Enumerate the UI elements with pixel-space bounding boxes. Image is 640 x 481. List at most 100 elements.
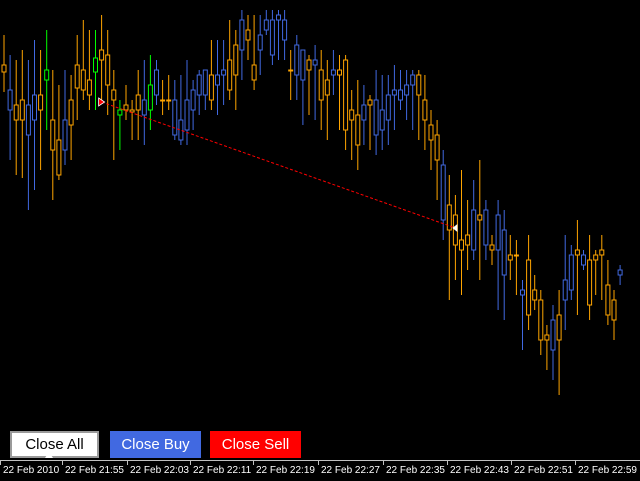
- axis-time-label: 22 Feb 22:59: [578, 465, 637, 476]
- candle-body: [263, 19, 269, 31]
- candle-body: [123, 104, 129, 111]
- candle-body: [7, 89, 13, 111]
- candle-body: [19, 99, 25, 121]
- candle-body: [611, 299, 617, 321]
- axis-time-label: 22 Feb 22:03: [130, 465, 189, 476]
- candle-body: [312, 59, 318, 66]
- axis-tick: [511, 461, 512, 465]
- candle-body: [385, 94, 391, 121]
- candle-body: [587, 259, 593, 306]
- candle-body: [391, 89, 397, 96]
- axis-tick: [190, 461, 191, 465]
- axis-tick: [253, 461, 254, 465]
- candle-body: [507, 254, 513, 261]
- candle-body: [160, 99, 166, 102]
- close-all-button[interactable]: Close All: [10, 431, 99, 458]
- candle-body: [306, 59, 312, 71]
- candle-body: [221, 69, 227, 76]
- candle-body: [324, 79, 330, 96]
- candle-body: [282, 19, 288, 41]
- axis-tick: [0, 461, 1, 465]
- close-sell-button[interactable]: Close Sell: [210, 431, 301, 458]
- candle-body: [617, 269, 623, 276]
- axis-time-label: 22 Feb 22:27: [321, 465, 380, 476]
- candle-body: [166, 99, 172, 102]
- price-chart[interactable]: [0, 0, 640, 460]
- candle-body: [330, 69, 336, 76]
- candle-body: [501, 229, 507, 276]
- candle-body: [215, 74, 220, 86]
- candle-body: [135, 94, 141, 111]
- candle-body: [239, 19, 245, 51]
- candle-body: [269, 19, 275, 56]
- candle-body: [373, 99, 379, 136]
- candle-body: [581, 254, 586, 266]
- candle-body: [520, 289, 525, 296]
- candle-body: [80, 69, 86, 91]
- axis-tick: [383, 461, 384, 465]
- candle-body: [599, 249, 605, 256]
- candle-body: [440, 164, 446, 221]
- candle-body: [62, 119, 68, 151]
- candle-body: [355, 114, 361, 146]
- candle-body: [568, 254, 574, 291]
- candles-layer: [1, 10, 623, 395]
- axis-shift-marker-icon[interactable]: [45, 452, 53, 458]
- candle-body: [422, 99, 428, 121]
- candle-body: [276, 14, 281, 21]
- time-axis: 22 Feb 2010 22 Feb 21:55 22 Feb 22:03 22 Fe…: [0, 460, 640, 481]
- candle-body: [117, 109, 123, 116]
- candle-body: [147, 84, 153, 111]
- candle-body: [550, 319, 556, 351]
- candle-body: [111, 89, 117, 101]
- candle-body: [190, 89, 196, 111]
- candle-body: [343, 59, 349, 131]
- axis-time-label: 22 Feb 2010: [3, 465, 60, 476]
- candle-body: [105, 54, 111, 86]
- candle-body: [196, 74, 202, 96]
- candle-body: [593, 254, 599, 261]
- candle-body: [233, 44, 239, 76]
- candle-body: [361, 104, 367, 121]
- axis-time-label: 22 Feb 22:51: [514, 465, 573, 476]
- candle-body: [1, 64, 7, 73]
- axis-tick: [575, 461, 576, 465]
- candle-body: [288, 69, 294, 72]
- candle-body: [465, 234, 471, 246]
- candle-body: [208, 74, 214, 101]
- candle-body: [428, 124, 434, 141]
- candle-body: [434, 134, 440, 161]
- candle-body: [556, 314, 562, 341]
- candle-body: [68, 99, 74, 126]
- close-buy-button[interactable]: Close Buy: [110, 431, 201, 458]
- candle-body: [318, 69, 324, 101]
- candle-body: [93, 57, 98, 73]
- candle-body: [562, 279, 568, 301]
- candle-body: [99, 49, 105, 61]
- axis-tick: [127, 461, 128, 465]
- candle-body: [416, 74, 422, 96]
- candle-body: [56, 139, 62, 176]
- candle-body: [404, 84, 410, 96]
- candle-body: [495, 214, 501, 251]
- axis-time-label: 22 Feb 21:55: [65, 465, 124, 476]
- candle-body: [172, 99, 178, 136]
- candle-body: [44, 69, 50, 81]
- candle-body: [574, 249, 580, 256]
- candle-body: [477, 214, 483, 221]
- candle-body: [32, 94, 37, 121]
- candle-body: [257, 34, 263, 51]
- candle-body: [513, 254, 519, 257]
- candle-body: [544, 334, 550, 341]
- candle-body: [605, 284, 611, 316]
- axis-time-label: 22 Feb 22:35: [386, 465, 445, 476]
- axis-time-label: 22 Feb 22:19: [256, 465, 315, 476]
- candle-body: [379, 109, 385, 131]
- candle-body: [489, 244, 495, 251]
- axis-tick: [447, 461, 448, 465]
- candle-body: [227, 59, 233, 91]
- axis-tick: [318, 461, 319, 465]
- candle-body: [74, 64, 80, 89]
- candle-body: [13, 104, 19, 121]
- candle-body: [532, 289, 538, 301]
